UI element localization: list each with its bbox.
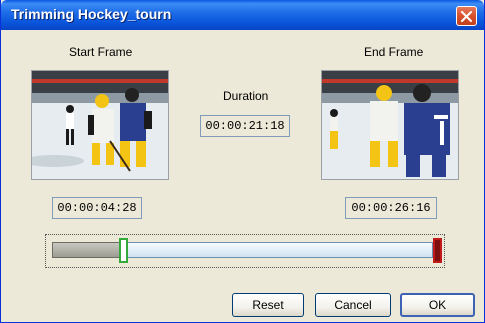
window-title: Trimming Hockey_tourn [11, 6, 172, 22]
reset-button[interactable]: Reset [232, 293, 304, 317]
start-frame-label: Start Frame [69, 45, 133, 59]
title-bar[interactable]: Trimming Hockey_tourn [1, 0, 484, 30]
trimmed-out-region [52, 242, 122, 258]
trim-dialog: Trimming Hockey_tourn Start Frame Durati… [0, 0, 485, 323]
start-time-readout: 00:00:04:28 [52, 197, 142, 219]
ok-button[interactable]: OK [400, 293, 475, 317]
start-trim-handle[interactable] [119, 238, 128, 263]
end-frame-thumbnail [321, 70, 459, 180]
end-trim-handle[interactable] [433, 238, 442, 263]
cancel-button[interactable]: Cancel [315, 293, 391, 317]
end-time-readout: 00:00:26:16 [345, 197, 437, 219]
close-button[interactable] [456, 6, 477, 26]
end-frame-label: End Frame [364, 45, 424, 59]
duration-readout: 00:00:21:18 [200, 115, 290, 137]
selected-range[interactable] [127, 242, 433, 258]
duration-label: Duration [223, 89, 269, 103]
start-frame-thumbnail [31, 70, 169, 180]
close-icon [461, 11, 472, 22]
